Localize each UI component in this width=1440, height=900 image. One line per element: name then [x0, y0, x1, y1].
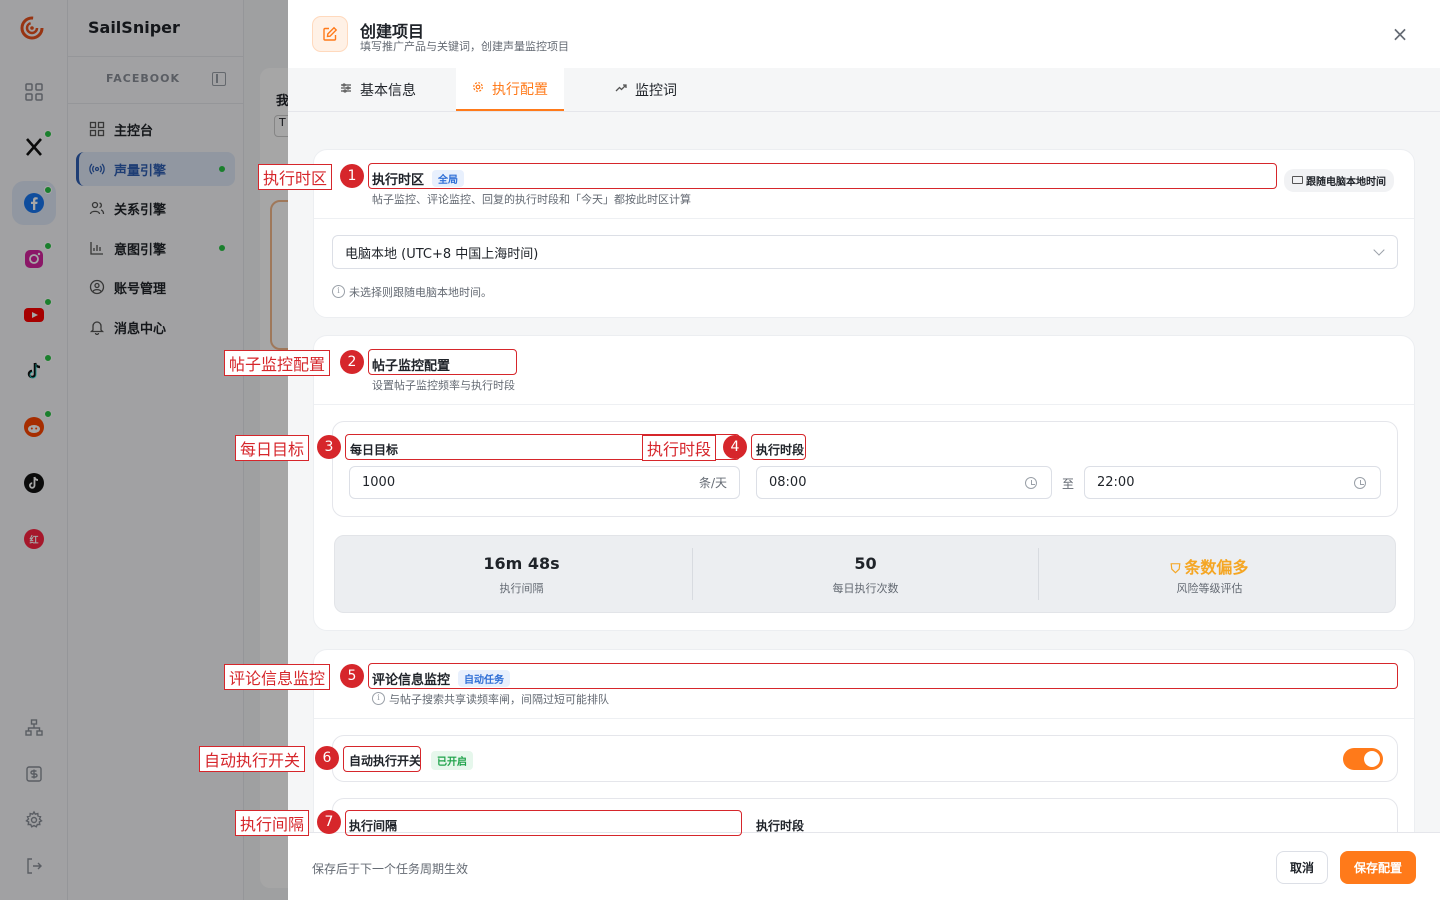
stat-label: 风险等级评估 — [1176, 582, 1243, 595]
annotation-box — [368, 663, 1398, 689]
modal-tabs: 基本信息 执行配置 监控词 — [288, 68, 1440, 112]
divider — [314, 404, 1414, 405]
timezone-select[interactable]: 电脑本地 (UTC+8 中国上海时间) — [332, 235, 1398, 269]
annotation-label: 执行时区 — [258, 164, 333, 190]
comment-monitor-desc: 与帖子搜索共享读频率闸，间隔过短可能排队 — [372, 691, 609, 707]
modal-subtitle: 填写推广产品与关键词，创建声量监控项目 — [360, 40, 569, 53]
follow-local-time-button[interactable]: 跟随电脑本地时间 — [1284, 169, 1394, 192]
daily-target-value: 1000 — [362, 475, 396, 490]
annotation-number: 1 — [340, 164, 364, 188]
annotation-number: 7 — [317, 810, 341, 834]
daily-target-unit: 条/天 — [698, 476, 727, 490]
edit-icon — [312, 16, 348, 52]
gear-icon — [472, 81, 484, 96]
stat-interval: 16m 48s 执行间隔 — [349, 536, 694, 612]
annotation-number: 2 — [340, 350, 364, 374]
tab-label: 基本信息 — [360, 82, 416, 99]
divider — [314, 718, 1414, 719]
start-time-value: 08:00 — [769, 475, 807, 490]
clock-icon — [1354, 477, 1366, 489]
timezone-select-value: 电脑本地 (UTC+8 中国上海时间) — [345, 246, 539, 262]
auto-run-toggle[interactable] — [1343, 748, 1383, 770]
footer-note: 保存后于下一个任务周期生效 — [312, 862, 469, 876]
comment-period-label: 执行时段 — [756, 819, 805, 832]
daily-target-input[interactable]: 1000 条/天 — [349, 466, 740, 499]
annotation-label: 执行时段 — [642, 435, 717, 461]
close-icon[interactable]: × — [1390, 24, 1410, 44]
annotation-label: 执行间隔 — [235, 810, 310, 836]
end-time-input[interactable]: 22:00 — [1084, 466, 1381, 499]
annotation-box — [751, 434, 806, 460]
end-time-value: 22:00 — [1097, 475, 1135, 490]
timezone-hint: 未选择则跟随电脑本地时间。 — [332, 284, 492, 300]
sliders-icon — [340, 82, 352, 97]
tab-exec-config[interactable]: 执行配置 — [456, 68, 564, 111]
annotation-box — [368, 349, 517, 375]
timezone-desc: 帖子监控、评论监控、回复的执行时段和「今天」都按此时区计算 — [372, 193, 691, 206]
modal-body[interactable]: 执行时区 全局 帖子监控、评论监控、回复的执行时段和「今天」都按此时区计算 跟随电… — [288, 112, 1440, 832]
modal-header: 创建项目 填写推广产品与关键词，创建声量监控项目 × — [288, 0, 1440, 68]
stat-value: 50 — [854, 554, 877, 573]
tab-label: 监控词 — [635, 82, 677, 99]
chevron-down-icon — [1373, 244, 1385, 256]
stat-label: 每日执行次数 — [832, 582, 899, 595]
annotation-number: 5 — [340, 664, 364, 688]
annotation-label: 评论信息监控 — [224, 664, 331, 690]
annotation-box — [345, 810, 742, 836]
risk-value: 条数偏多 — [1184, 558, 1249, 577]
stat-risk: ⛉ 条数偏多 风险等级评估 — [1037, 536, 1382, 612]
trend-up-icon — [615, 82, 627, 97]
stat-daily-runs: 50 每日执行次数 — [693, 536, 1038, 612]
post-monitor-stats: 16m 48s 执行间隔 50 每日执行次数 ⛉ 条数偏多 风险等级评估 — [334, 535, 1396, 613]
cancel-button[interactable]: 取消 — [1276, 851, 1328, 884]
save-config-button[interactable]: 保存配置 — [1340, 851, 1416, 884]
auto-switch-row: 自动执行开关 已开启 — [332, 735, 1398, 782]
shield-icon: ⛉ — [1170, 562, 1181, 577]
tab-basic-info[interactable]: 基本信息 — [312, 68, 444, 111]
clock-icon — [1025, 477, 1037, 489]
annotation-number: 3 — [317, 435, 341, 459]
annotation-number: 4 — [723, 435, 747, 459]
post-monitor-desc: 设置帖子监控频率与执行时段 — [372, 379, 515, 392]
enabled-badge: 已开启 — [431, 751, 473, 770]
to-separator: 至 — [1062, 477, 1075, 491]
post-monitor-card: 帖子监控配置 设置帖子监控频率与执行时段 每日目标 1000 条/天 执行时段 … — [313, 335, 1415, 631]
annotation-label: 每日目标 — [235, 435, 310, 461]
stat-label: 执行间隔 — [499, 582, 544, 595]
annotation-box — [368, 163, 1277, 189]
divider — [314, 218, 1414, 219]
tab-monitor-words[interactable]: 监控词 — [584, 68, 708, 111]
start-time-input[interactable]: 08:00 — [756, 466, 1052, 499]
annotation-label: 帖子监控配置 — [224, 350, 331, 376]
annotation-box — [343, 746, 421, 772]
annotation-label: 自动执行开关 — [199, 746, 306, 772]
stat-value: ⛉ 条数偏多 — [1037, 554, 1382, 578]
annotation-number: 6 — [315, 746, 339, 770]
tab-label: 执行配置 — [492, 81, 548, 98]
stat-value: 16m 48s — [483, 554, 560, 573]
modal-footer: 保存后于下一个任务周期生效 取消 保存配置 — [288, 832, 1440, 900]
